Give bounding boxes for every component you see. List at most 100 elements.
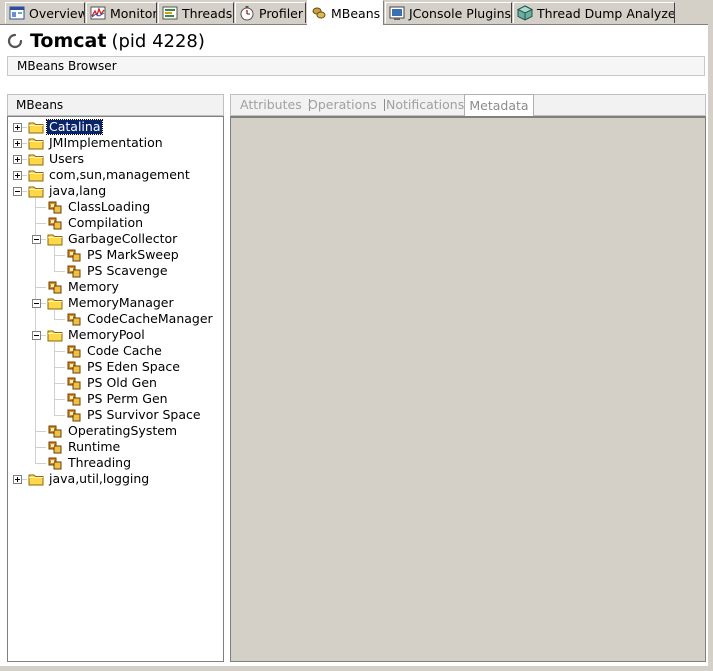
expand-icon[interactable] bbox=[13, 155, 22, 164]
mbean-icon bbox=[48, 425, 62, 438]
mbean-icon bbox=[67, 265, 81, 278]
expand-icon[interactable] bbox=[13, 123, 22, 132]
tree-node[interactable]: Compilation bbox=[47, 215, 145, 231]
tab-jconsole-plugins-label: JConsole Plugins bbox=[409, 5, 512, 21]
tree-node-label: PS Perm Gen bbox=[87, 391, 168, 406]
tree-node[interactable]: PS Old Gen bbox=[66, 375, 159, 391]
tree-node-label: com,sun,management bbox=[49, 167, 190, 182]
profiler-icon bbox=[240, 6, 254, 21]
mbean-icon bbox=[48, 441, 62, 454]
page-title: Tomcat (pid 4228) bbox=[7, 30, 205, 52]
tree-node-label: Memory bbox=[68, 279, 119, 294]
tree-node[interactable]: GarbageCollector bbox=[47, 231, 179, 247]
tab-strip: Overview Monitor Threads Profiler MBeans… bbox=[0, 0, 713, 25]
tab-profiler[interactable]: Profiler bbox=[235, 2, 306, 23]
tab-metadata[interactable]: Metadata bbox=[464, 94, 534, 116]
folder-icon bbox=[28, 122, 44, 134]
tree-node-label: Catalina bbox=[45, 119, 104, 135]
mbean-icon bbox=[48, 201, 62, 214]
tab-mbeans[interactable]: MBeans bbox=[307, 0, 384, 25]
folder-icon bbox=[28, 154, 44, 166]
tree-node[interactable]: OperatingSystem bbox=[47, 423, 179, 439]
tree-node[interactable]: ClassLoading bbox=[47, 199, 152, 215]
mbean-icon bbox=[67, 345, 81, 358]
mbean-icon bbox=[67, 409, 81, 422]
monitor-icon bbox=[90, 6, 106, 20]
tree-node-label: java,lang bbox=[49, 183, 107, 198]
overview-icon bbox=[9, 6, 25, 20]
tree-node[interactable]: Threading bbox=[47, 455, 133, 471]
tab-jconsole-plugins[interactable]: JConsole Plugins bbox=[385, 2, 512, 23]
tree-node-label: PS Eden Space bbox=[87, 359, 180, 374]
expand-icon[interactable] bbox=[13, 475, 22, 484]
window-edge-right bbox=[708, 0, 713, 671]
expand-icon[interactable] bbox=[13, 139, 22, 148]
tree-node[interactable]: PS MarkSweep bbox=[66, 247, 181, 263]
collapse-icon[interactable] bbox=[32, 299, 41, 308]
tree-node-label: OperatingSystem bbox=[68, 423, 178, 438]
tab-notifications[interactable]: Notifications bbox=[386, 95, 464, 115]
tree-node[interactable]: MemoryManager bbox=[47, 295, 176, 311]
tree-node[interactable]: Catalina bbox=[28, 119, 104, 135]
mbean-icon bbox=[67, 377, 81, 390]
collapse-icon[interactable] bbox=[32, 235, 41, 244]
tab-threads-label: Threads bbox=[182, 5, 233, 21]
tab-thread-dump-analyzer-label: Thread Dump Analyzer bbox=[537, 5, 675, 21]
tree-node-label: Runtime bbox=[68, 439, 121, 454]
mbean-icon bbox=[48, 457, 62, 470]
mbean-icon bbox=[67, 393, 81, 406]
tab-threads[interactable]: Threads bbox=[158, 2, 234, 23]
tree-node-label: java,util,logging bbox=[49, 471, 150, 486]
jconsole-plugins-icon bbox=[389, 6, 405, 20]
tree-node[interactable]: java,util,logging bbox=[28, 471, 151, 487]
tree-node[interactable]: MemoryPool bbox=[47, 327, 147, 343]
mbeans-icon bbox=[312, 7, 326, 19]
tree-node[interactable]: com,sun,management bbox=[28, 167, 192, 183]
app-name: Tomcat bbox=[30, 30, 107, 52]
tab-mbeans-label: MBeans bbox=[331, 5, 381, 21]
tree-node-label: PS Old Gen bbox=[87, 375, 157, 390]
mbeans-tree[interactable]: Catalina JMImplementation Users com,sun,man… bbox=[7, 116, 224, 662]
tree-node[interactable]: CodeCacheManager bbox=[66, 311, 215, 327]
mbean-icon bbox=[67, 361, 81, 374]
collapse-icon[interactable] bbox=[32, 331, 41, 340]
tree-node-label: PS Scavenge bbox=[87, 263, 168, 278]
tree-node-label: Threading bbox=[68, 455, 132, 470]
folder-icon bbox=[47, 298, 63, 310]
collapse-icon[interactable] bbox=[13, 187, 22, 196]
tree-node-label: JMImplementation bbox=[49, 135, 163, 150]
tab-overview-label: Overview bbox=[29, 5, 85, 21]
tab-operations[interactable]: Operations bbox=[308, 95, 385, 115]
tree-node[interactable]: java,lang bbox=[28, 183, 108, 199]
tree-node-label: MemoryManager bbox=[68, 295, 174, 310]
tree-node[interactable]: Code Cache bbox=[66, 343, 164, 359]
threads-icon bbox=[162, 6, 178, 20]
tree-node[interactable]: Users bbox=[28, 151, 86, 167]
mbeans-browser-title: MBeans Browser bbox=[7, 56, 705, 76]
tree-node-label: Compilation bbox=[68, 215, 144, 230]
tree-node-label: PS MarkSweep bbox=[87, 247, 179, 262]
mbean-icon bbox=[67, 249, 81, 262]
tab-monitor-label: Monitor bbox=[110, 5, 157, 21]
tree-node[interactable]: PS Eden Space bbox=[66, 359, 182, 375]
tab-monitor[interactable]: Monitor bbox=[86, 2, 157, 23]
tree-node[interactable]: JMImplementation bbox=[28, 135, 165, 151]
tree-node-label: PS Survivor Space bbox=[87, 407, 201, 422]
tree-node[interactable]: Runtime bbox=[47, 439, 122, 455]
tree-node[interactable]: Memory bbox=[47, 279, 121, 295]
tab-overview[interactable]: Overview bbox=[5, 2, 85, 23]
tab-thread-dump-analyzer[interactable]: Thread Dump Analyzer bbox=[513, 2, 675, 23]
tree-node[interactable]: PS Perm Gen bbox=[66, 391, 170, 407]
tree-node[interactable]: PS Scavenge bbox=[66, 263, 170, 279]
tab-profiler-label: Profiler bbox=[259, 5, 304, 21]
folder-icon bbox=[28, 186, 44, 198]
mbean-icon bbox=[48, 281, 62, 294]
tree-node-label: GarbageCollector bbox=[68, 231, 178, 246]
expand-icon[interactable] bbox=[13, 171, 22, 180]
tree-node[interactable]: PS Survivor Space bbox=[66, 407, 203, 423]
tree-node-label: CodeCacheManager bbox=[87, 311, 213, 326]
tab-attributes[interactable]: Attributes bbox=[240, 95, 310, 115]
tree-node-label: MemoryPool bbox=[68, 327, 145, 342]
thread-dump-icon bbox=[517, 5, 533, 21]
detail-tab-bar: Attributes Operations Notifications Meta… bbox=[230, 94, 706, 116]
